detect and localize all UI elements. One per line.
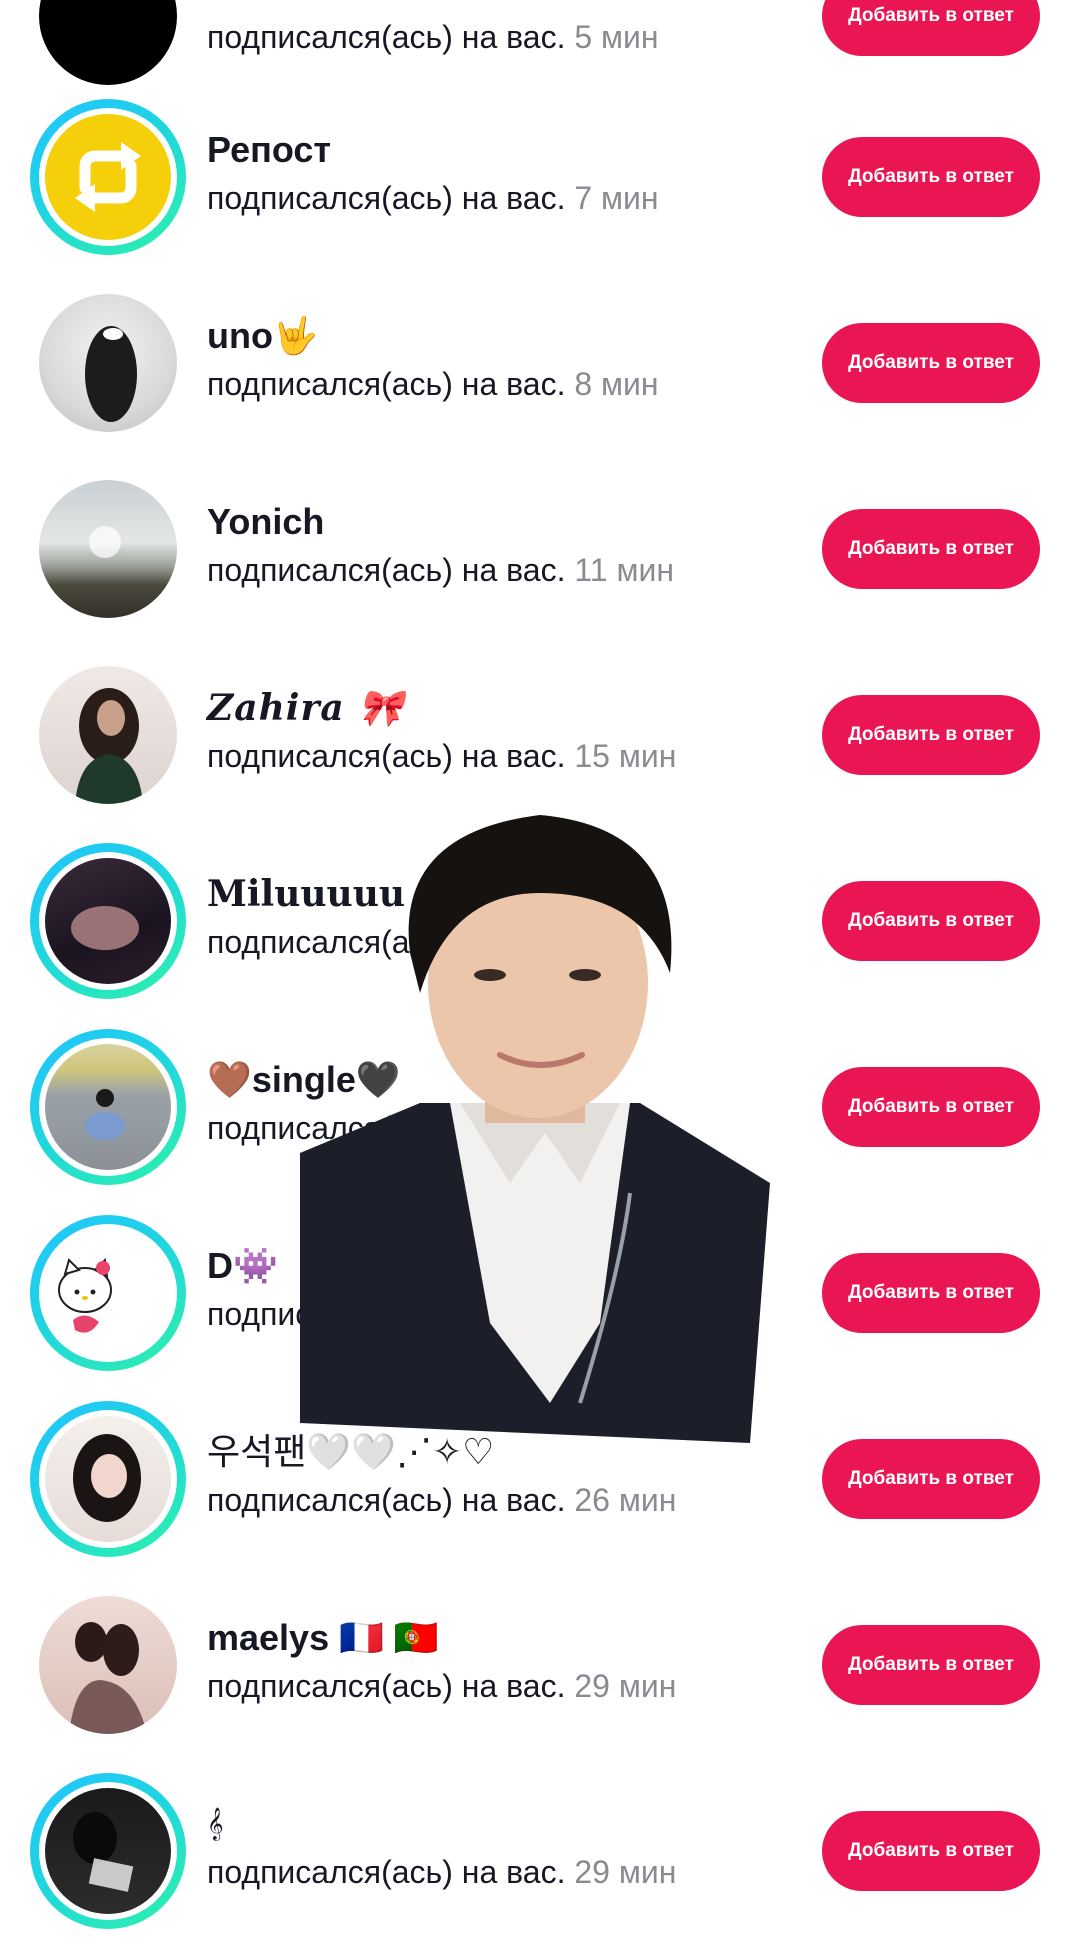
follower-time: 29 мин: [574, 1668, 677, 1704]
avatar[interactable]: [30, 1401, 186, 1557]
avatar[interactable]: [30, 1215, 186, 1371]
add-to-reply-button[interactable]: Добавить в ответ: [822, 695, 1040, 775]
follower-name: 𝄞: [207, 1808, 224, 1839]
avatar[interactable]: [30, 843, 186, 999]
follower-time: 5 мин: [574, 19, 659, 55]
follower-time: 29 мин: [574, 1854, 677, 1890]
avatar[interactable]: [30, 99, 186, 255]
follower-row[interactable]: Yonich подписался(ась) на вас. 11 мин До…: [0, 456, 1080, 642]
follower-name: 𝒁𝒂𝒉𝒊𝒓𝒂 🎀: [207, 687, 405, 729]
add-to-reply-button[interactable]: Добавить в ответ: [822, 137, 1040, 217]
photo-avatar: [73, 1812, 134, 1892]
follower-time: 8 мин: [574, 366, 659, 402]
photo-avatar: [89, 526, 121, 558]
follower-time: 7 мин: [574, 180, 659, 216]
photo-avatar: [71, 906, 139, 950]
hello-kitty-avatar: [58, 1257, 112, 1333]
add-to-reply-button[interactable]: Добавить в ответ: [822, 0, 1040, 56]
follower-row[interactable]: 𝒁𝒂𝒉𝒊𝒓𝒂 🎀 подписался(ась) на вас. 15 мин …: [0, 642, 1080, 828]
photo-avatar: [85, 326, 137, 422]
follower-subtitle: подписался(ась) на вас. 29 мин: [207, 1854, 677, 1890]
add-to-reply-button[interactable]: Добавить в ответ: [822, 323, 1040, 403]
photo-avatar: [75, 688, 143, 804]
follower-subtitle: подписался(ась) на вас. 7 мин: [207, 180, 659, 216]
avatar[interactable]: [30, 471, 186, 627]
add-to-reply-button[interactable]: Добавить в ответ: [822, 1625, 1040, 1705]
follower-name: uno🤟: [207, 315, 318, 356]
follower-row[interactable]: uno🤟 подписался(ась) на вас. 8 мин Добав…: [0, 270, 1080, 456]
photo-avatar: [73, 1434, 141, 1522]
follower-name: Yonich: [207, 501, 325, 542]
follower-time: 15 мин: [574, 738, 677, 774]
follower-name: Репост: [207, 129, 332, 170]
avatar[interactable]: [30, 1587, 186, 1743]
follower-subtitle: подписался(ась) на вас. 26 мин: [207, 1482, 677, 1518]
avatar[interactable]: [30, 1773, 186, 1929]
avatar[interactable]: [30, 657, 186, 813]
follower-name: [207, 0, 807, 12]
follower-subtitle: подписался(ась) на вас. 5 мин: [207, 19, 659, 55]
repost-icon: [75, 142, 141, 212]
add-to-reply-button[interactable]: Добавить в ответ: [822, 1067, 1040, 1147]
follower-name: maelys 🇫🇷 🇵🇹: [207, 1617, 439, 1658]
follower-time: 11 мин: [574, 552, 674, 588]
follower-subtitle: подписался(ась) на вас. 15 мин: [207, 738, 677, 774]
photo-avatar: [85, 1089, 125, 1140]
follower-time: 26 мин: [574, 1482, 677, 1518]
add-to-reply-button[interactable]: Добавить в ответ: [822, 1439, 1040, 1519]
follower-row[interactable]: maelys 🇫🇷 🇵🇹 подписался(ась) на вас. 29 …: [0, 1572, 1080, 1758]
avatar[interactable]: [30, 285, 186, 441]
avatar[interactable]: [30, 0, 186, 94]
add-to-reply-button[interactable]: Добавить в ответ: [822, 509, 1040, 589]
creator-cutout-image: [300, 815, 770, 1443]
photo-avatar: [69, 1622, 147, 1734]
follower-row[interactable]: 𝄞 подписался(ась) на вас. 29 мин Добавит…: [0, 1758, 1080, 1944]
follower-subtitle: подписался(ась) на вас. 8 мин: [207, 366, 659, 402]
follower-subtitle: подписался(ась) на вас. 11 мин: [207, 552, 674, 588]
follower-row[interactable]: Репост подписался(ась) на вас. 7 мин Доб…: [0, 84, 1080, 270]
follower-subtitle: подписался(ась) на вас. 29 мин: [207, 1668, 677, 1704]
creator-video-overlay: [300, 803, 770, 1443]
add-to-reply-button[interactable]: Добавить в ответ: [822, 881, 1040, 961]
avatar[interactable]: [30, 1029, 186, 1185]
add-to-reply-button[interactable]: Добавить в ответ: [822, 1253, 1040, 1333]
add-to-reply-button[interactable]: Добавить в ответ: [822, 1811, 1040, 1891]
